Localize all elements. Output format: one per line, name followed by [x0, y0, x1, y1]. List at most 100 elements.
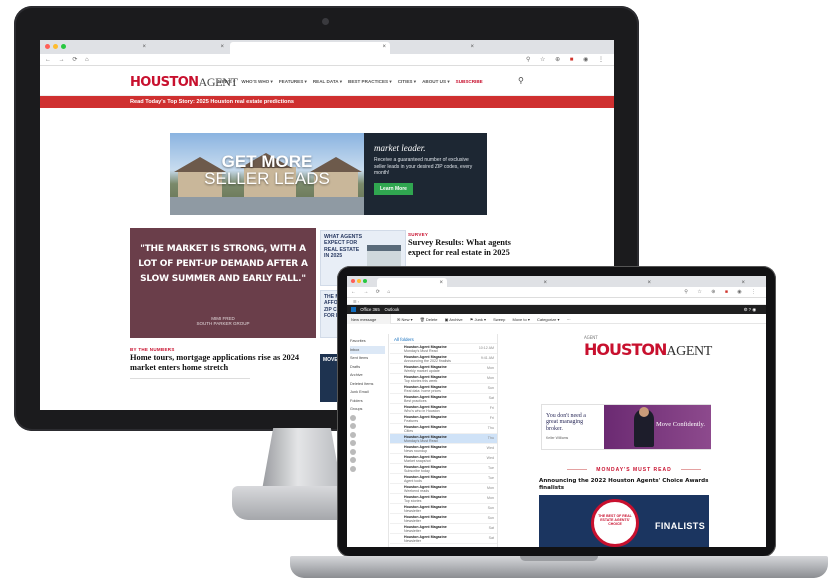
message-row[interactable]: Houston Agent Magazine Subscribe today Tue: [390, 464, 497, 474]
message-row[interactable]: Houston Agent Magazine Weekly market upda…: [390, 364, 497, 374]
learn-more-button[interactable]: Learn More: [374, 182, 413, 195]
app-title[interactable]: Outlook: [385, 307, 400, 312]
nav-best-practices[interactable]: BEST PRACTICES ▾: [348, 79, 392, 85]
nav-real-data[interactable]: REAL DATA ▾: [313, 79, 342, 85]
nav-about-us[interactable]: ABOUT US ▾: [422, 79, 450, 85]
close-tab-icon[interactable]: ×: [382, 44, 386, 50]
close-window-button[interactable]: [351, 279, 355, 283]
message-row[interactable]: Houston Agent Magazine Real data: home pr…: [390, 384, 497, 394]
browser-nav-icons[interactable]: ← → ⟳ ⌂: [45, 56, 92, 63]
window-controls[interactable]: [351, 279, 367, 283]
folder-item[interactable]: Archive: [350, 371, 385, 380]
close-tab-icon[interactable]: ×: [647, 280, 651, 286]
message-row[interactable]: Houston Agent Magazine Newsletter Sat: [390, 534, 497, 544]
browser-extension-icons[interactable]: ⚲ ☆ ⊕ ■ ◉ ⋮: [684, 289, 760, 295]
message-row[interactable]: Houston Agent Magazine Best practices Sat: [390, 394, 497, 404]
app-launcher-icon[interactable]: [351, 307, 356, 313]
folder-item[interactable]: Sent Items: [350, 354, 385, 363]
message-row[interactable]: Houston Agent Magazine Top stories Mon: [390, 494, 497, 504]
browser-tab[interactable]: ×: [392, 42, 478, 54]
top-story-bar[interactable]: Read Today's Top Story: 2025 Houston rea…: [40, 96, 614, 108]
toolbar-move-to[interactable]: Move to ▾: [513, 317, 530, 322]
toolbar-more[interactable]: ⋯: [567, 317, 571, 322]
close-window-button[interactable]: [45, 44, 50, 49]
folder-item[interactable]: [350, 431, 385, 440]
folder-item[interactable]: Junk Email: [350, 388, 385, 397]
message-row[interactable]: Houston Agent Magazine Agent tools Tue: [390, 474, 497, 484]
message-row[interactable]: Houston Agent Magazine Market snapshot Wed: [390, 454, 497, 464]
survey-headline[interactable]: Survey Results: What agents expect for r…: [408, 238, 534, 258]
folder-item[interactable]: [350, 422, 385, 431]
message-row[interactable]: Houston Agent Magazine Cities Thu: [390, 424, 497, 434]
seller-leads-ad[interactable]: GET MORE SELLER LEADS market leader. Rec…: [170, 133, 487, 215]
toolbar-delete[interactable]: 🗑 Delete: [420, 317, 438, 322]
toolbar-new[interactable]: ✉ New ▾: [397, 317, 413, 322]
folder-item[interactable]: Groups: [350, 405, 385, 414]
message-row[interactable]: Houston Agent Magazine Top stories this w…: [390, 374, 497, 384]
folder-item[interactable]: Drafts: [350, 363, 385, 372]
folder-item[interactable]: Deleted Items: [350, 380, 385, 389]
message-row[interactable]: Houston Agent Magazine Newsletter Sat: [390, 524, 497, 534]
minimize-window-button[interactable]: [357, 279, 361, 283]
browser-tab[interactable]: ×: [659, 278, 749, 287]
app-bar-icons[interactable]: ⚙ ? ◉: [744, 307, 756, 313]
toolbar-archive[interactable]: ▣ Archive: [445, 317, 463, 322]
message-row[interactable]: Houston Agent Magazine Newsletter Sun: [390, 514, 497, 524]
message-subject: Features: [404, 419, 419, 424]
window-controls[interactable]: [45, 44, 66, 49]
finalists-banner[interactable]: THE BEST OF REAL ESTATE AGENTS' CHOICE F…: [539, 495, 709, 547]
browser-tab[interactable]: ×: [152, 42, 228, 54]
browser-tab[interactable]: ×: [555, 278, 655, 287]
message-time: Sun: [487, 516, 494, 520]
close-tab-icon[interactable]: ×: [220, 44, 224, 50]
close-tab-icon[interactable]: ×: [543, 280, 547, 286]
message-row[interactable]: Houston Agent Magazine Who's who in Houst…: [390, 404, 497, 414]
toolbar-categorize[interactable]: Categorize ▾: [537, 317, 559, 322]
close-tab-icon[interactable]: ×: [741, 280, 745, 286]
folder-item[interactable]: [350, 465, 385, 474]
close-tab-icon[interactable]: ×: [470, 44, 474, 50]
folder-item[interactable]: Folders: [350, 397, 385, 406]
folder-item[interactable]: Favorites: [350, 337, 385, 346]
email-broker-ad[interactable]: You don't need a great managing broker. …: [541, 404, 711, 450]
browser-tab-active[interactable]: ×: [377, 278, 447, 287]
message-row[interactable]: Houston Agent Magazine Features Fri: [390, 414, 497, 424]
message-row[interactable]: Houston Agent Magazine Newsletter Sun: [390, 504, 497, 514]
search-icon[interactable]: ⚲: [518, 76, 524, 85]
address-bar[interactable]: ← → ⟳ ⌂ ⚲ ☆ ⊕ ■ ◉ ⋮: [347, 287, 766, 298]
nav-features[interactable]: FEATURES ▾: [279, 79, 307, 85]
email-headline[interactable]: Announcing the 2022 Houston Agents' Choi…: [539, 478, 719, 492]
maximize-window-button[interactable]: [363, 279, 367, 283]
address-bar[interactable]: ← → ⟳ ⌂ ⚲ ☆ ⊕ ■ ◉ ⋮: [40, 54, 614, 66]
message-row[interactable]: Houston Agent Magazine Announcing the 202…: [390, 354, 497, 364]
folder-item[interactable]: [350, 456, 385, 465]
nav-news[interactable]: NEWS ▾: [218, 79, 235, 85]
message-row[interactable]: Houston Agent Magazine Monday's Must Read…: [390, 434, 497, 444]
browser-tab-active[interactable]: ×: [230, 42, 390, 54]
browser-extension-icons[interactable]: ⚲ ☆ ⊕ ■ ◉ ⋮: [526, 56, 608, 63]
new-message-button[interactable]: New message: [347, 314, 391, 324]
browser-tab[interactable]: ×: [451, 278, 551, 287]
maximize-window-button[interactable]: [61, 44, 66, 49]
message-row[interactable]: Houston Agent Magazine Weekend reads Mon: [390, 484, 497, 494]
message-row[interactable]: Houston Agent Magazine Monday's Must Read…: [390, 344, 497, 354]
browser-nav-icons[interactable]: ← → ⟳ ⌂: [351, 289, 393, 295]
close-tab-icon[interactable]: ×: [142, 44, 146, 50]
toolbar-sweep[interactable]: Sweep: [493, 317, 505, 322]
minimize-window-button[interactable]: [53, 44, 58, 49]
folder-item[interactable]: [350, 448, 385, 457]
quote-card[interactable]: "THE MARKET IS STRONG, WITH A LOT OF PEN…: [130, 228, 316, 338]
story-headline[interactable]: Home tours, mortgage applications rise a…: [130, 353, 320, 373]
browser-tab[interactable]: ×: [80, 42, 150, 54]
folder-item[interactable]: [350, 439, 385, 448]
nav-whos-who[interactable]: WHO'S WHO ▾: [241, 79, 272, 85]
toolbar-junk[interactable]: ⚑ Junk ▾: [470, 317, 486, 322]
message-row[interactable]: Houston Agent Magazine News roundup Wed: [390, 444, 497, 454]
folder-item[interactable]: Inbox: [350, 345, 385, 354]
close-tab-icon[interactable]: ×: [439, 280, 443, 286]
top-story-text[interactable]: Read Today's Top Story: 2025 Houston rea…: [130, 99, 294, 105]
folder-item[interactable]: [350, 414, 385, 423]
message-list-header[interactable]: All folders: [390, 334, 497, 344]
nav-cities[interactable]: CITIES ▾: [398, 79, 416, 85]
nav-subscribe[interactable]: SUBSCRIBE: [456, 79, 483, 85]
